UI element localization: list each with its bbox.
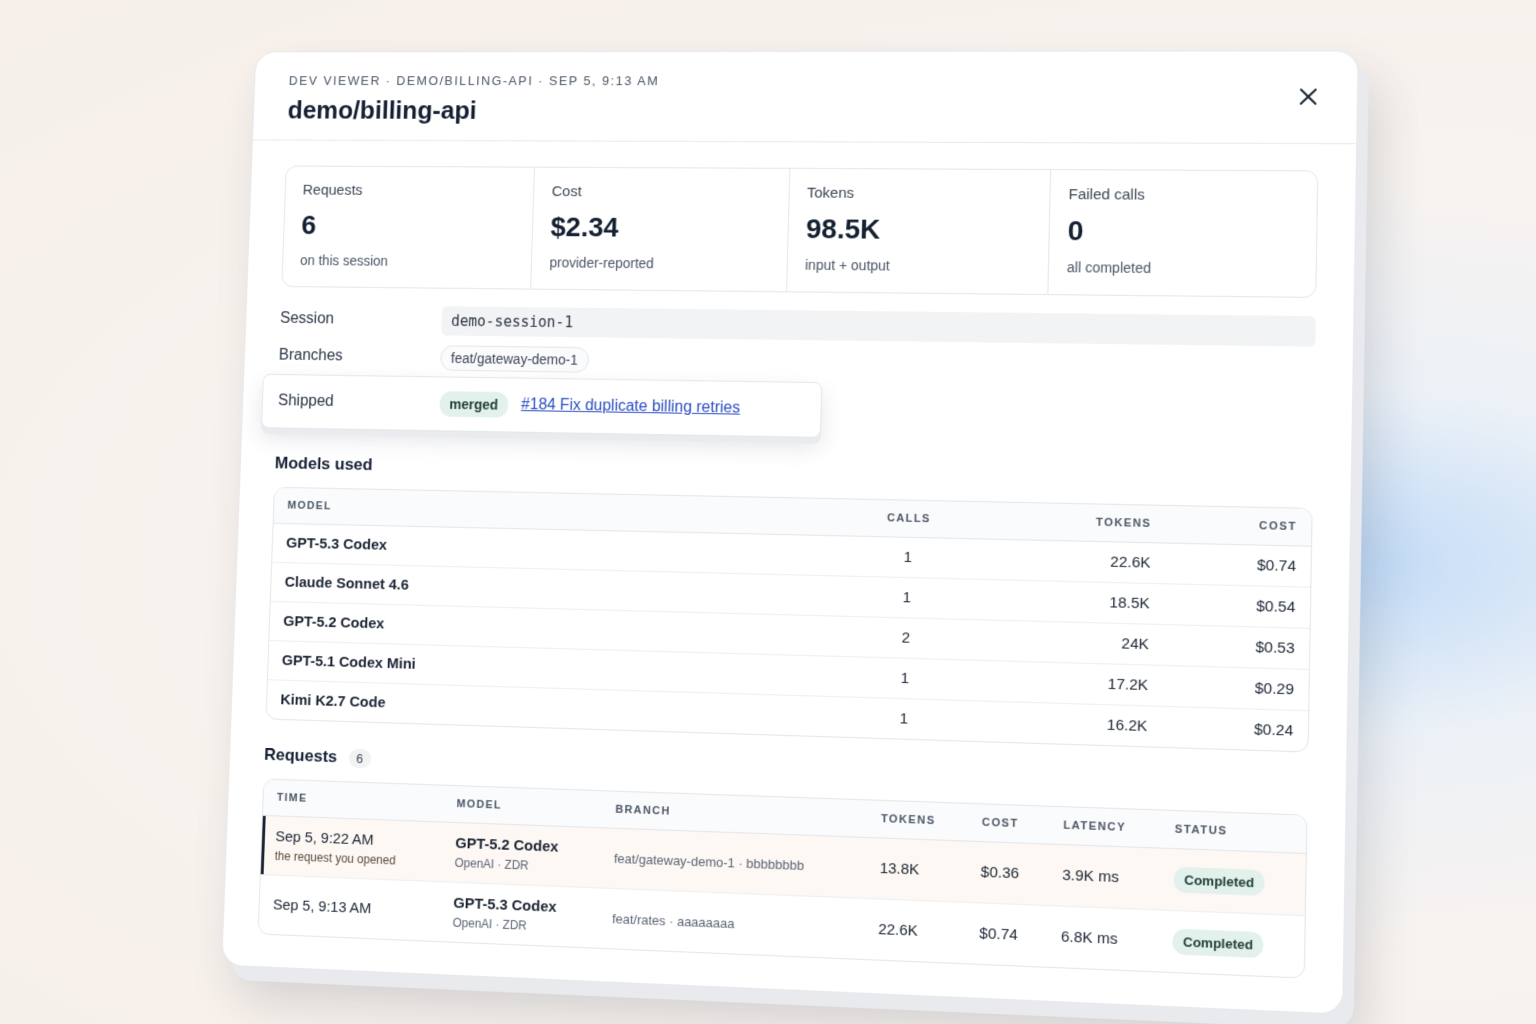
stat-label: Requests bbox=[302, 181, 363, 199]
request-time-cell: Sep 5, 9:22 AM the request you opened bbox=[260, 815, 443, 882]
model-cost: $0.53 bbox=[1162, 624, 1310, 670]
stat-value: $2.34 bbox=[550, 211, 620, 243]
request-cost: $0.74 bbox=[979, 924, 1018, 944]
column-header-status: STATUS bbox=[1159, 810, 1307, 854]
breadcrumb-timestamp: SEP 5, 9:13 AM bbox=[548, 73, 660, 89]
model-calls: 1 bbox=[829, 575, 985, 620]
model-tokens: 16.2K bbox=[1106, 716, 1148, 736]
models-section-title: Models used bbox=[274, 453, 373, 475]
stat-requests: Requests 6 on this session bbox=[282, 166, 536, 289]
request-latency: 6.8K ms bbox=[1060, 928, 1118, 949]
breadcrumb-repo: DEMO/BILLING-API bbox=[396, 73, 534, 88]
request-tokens: 13.8K bbox=[864, 837, 968, 903]
model-cost: $0.54 bbox=[1163, 583, 1311, 629]
model-cost: $0.74 bbox=[1164, 543, 1312, 588]
merged-badge: merged bbox=[439, 391, 509, 418]
column-header-cost: COST bbox=[1165, 505, 1312, 547]
request-tokens: 22.6K bbox=[877, 920, 919, 940]
stat-subtext: input + output bbox=[804, 256, 891, 274]
breadcrumb-separator: · bbox=[385, 73, 392, 88]
model-tokens: 18.5K bbox=[983, 579, 1165, 625]
request-latency: 3.9K ms bbox=[1047, 844, 1160, 910]
column-header-tokens: TOKENS bbox=[866, 800, 969, 842]
model-calls: 1 bbox=[827, 656, 984, 701]
requests-table: TIME MODEL BRANCH TOKENS COST LATENCY ST… bbox=[257, 778, 1308, 979]
column-header-cost: COST bbox=[967, 803, 1050, 845]
request-opened-note: the request you opened bbox=[274, 848, 396, 868]
requests-count-badge: 6 bbox=[348, 748, 372, 768]
dev-viewer-panel: DEV VIEWER · DEMO/BILLING-API · SEP 5, 9… bbox=[221, 50, 1359, 1015]
pull-request-link[interactable]: #184 Fix duplicate billing retries bbox=[521, 396, 740, 417]
branch-chip[interactable]: feat/gateway-demo-1 bbox=[439, 345, 589, 373]
stats-summary: Requests 6 on this session Cost $2.34 pr… bbox=[281, 165, 1319, 298]
stat-value: 98.5K bbox=[805, 213, 881, 245]
request-cost: $0.36 bbox=[965, 841, 1049, 906]
stat-subtext: provider-reported bbox=[549, 254, 655, 272]
stat-value: 0 bbox=[1067, 215, 1084, 247]
request-model: GPT-5.2 Codex bbox=[455, 834, 559, 856]
column-header-calls: CALLS bbox=[831, 499, 987, 540]
breadcrumb-separator: · bbox=[538, 73, 545, 88]
model-cost: $0.24 bbox=[1253, 720, 1294, 740]
request-time: Sep 5, 9:22 AM bbox=[275, 828, 374, 849]
request-time: Sep 5, 9:13 AM bbox=[272, 896, 372, 918]
stat-label: Failed calls bbox=[1068, 186, 1146, 204]
model-tokens: 22.6K bbox=[984, 539, 1166, 584]
request-time-cell: Sep 5, 9:13 AM bbox=[259, 875, 441, 941]
stat-label: Cost bbox=[551, 183, 582, 201]
stage: DEV VIEWER · DEMO/BILLING-API · SEP 5, 9… bbox=[0, 0, 1536, 1024]
column-header-model: MODEL bbox=[442, 785, 603, 828]
requests-title: Requests bbox=[263, 744, 338, 767]
model-calls: 1 bbox=[899, 710, 909, 728]
status-badge: Completed bbox=[1173, 866, 1265, 896]
request-model-cell: GPT-5.3 Codex OpenAI · ZDR bbox=[439, 882, 600, 948]
request-branch: feat/gateway-demo-1 · bbbbbbbb bbox=[599, 827, 867, 899]
status-badge: Completed bbox=[1172, 928, 1264, 959]
request-model: GPT-5.3 Codex bbox=[453, 894, 557, 916]
request-status-cell: Completed bbox=[1158, 848, 1306, 916]
close-icon[interactable] bbox=[1297, 86, 1320, 108]
session-label: Session bbox=[279, 310, 335, 328]
stat-tokens: Tokens 98.5K input + output bbox=[786, 168, 1051, 295]
request-provider: OpenAI · ZDR bbox=[454, 855, 529, 873]
stat-subtext: on this session bbox=[299, 252, 389, 269]
model-tokens: 24K bbox=[983, 619, 1164, 666]
model-cost: $0.29 bbox=[1162, 665, 1309, 711]
stat-cost: Cost $2.34 provider-reported bbox=[531, 167, 790, 292]
column-header-tokens: TOKENS bbox=[985, 502, 1167, 544]
model-tokens: 17.2K bbox=[982, 660, 1163, 707]
page-title: demo/billing-api bbox=[287, 95, 478, 125]
stat-subtext: all completed bbox=[1066, 259, 1152, 277]
request-branch: feat/rates · aaaaaaaa bbox=[611, 911, 735, 932]
branches-label: Branches bbox=[278, 346, 344, 365]
panel-header: DEV VIEWER · DEMO/BILLING-API · SEP 5, 9… bbox=[252, 51, 1358, 145]
models-table: MODEL CALLS TOKENS COST GPT-5.3 Codex 1 … bbox=[265, 486, 1313, 753]
session-meta: Session demo-session-1 Branches feat/gat… bbox=[261, 300, 1316, 446]
breadcrumb-app: DEV VIEWER bbox=[288, 73, 382, 88]
shipped-label: Shipped bbox=[277, 392, 334, 410]
column-header-latency: LATENCY bbox=[1048, 806, 1161, 849]
stat-failed-calls: Failed calls 0 all completed bbox=[1048, 170, 1317, 297]
model-calls: 2 bbox=[828, 615, 984, 661]
request-status-cell: Completed bbox=[1157, 910, 1304, 978]
model-calls: 1 bbox=[830, 535, 986, 580]
shipped-row: Shipped merged #184 Fix duplicate billin… bbox=[261, 373, 823, 438]
breadcrumb: DEV VIEWER · DEMO/BILLING-API · SEP 5, 9… bbox=[289, 73, 1320, 88]
request-provider: OpenAI · ZDR bbox=[452, 915, 527, 933]
request-model-cell: GPT-5.2 Codex OpenAI · ZDR bbox=[440, 821, 602, 888]
stat-label: Tokens bbox=[806, 184, 855, 202]
stat-value: 6 bbox=[300, 209, 317, 240]
